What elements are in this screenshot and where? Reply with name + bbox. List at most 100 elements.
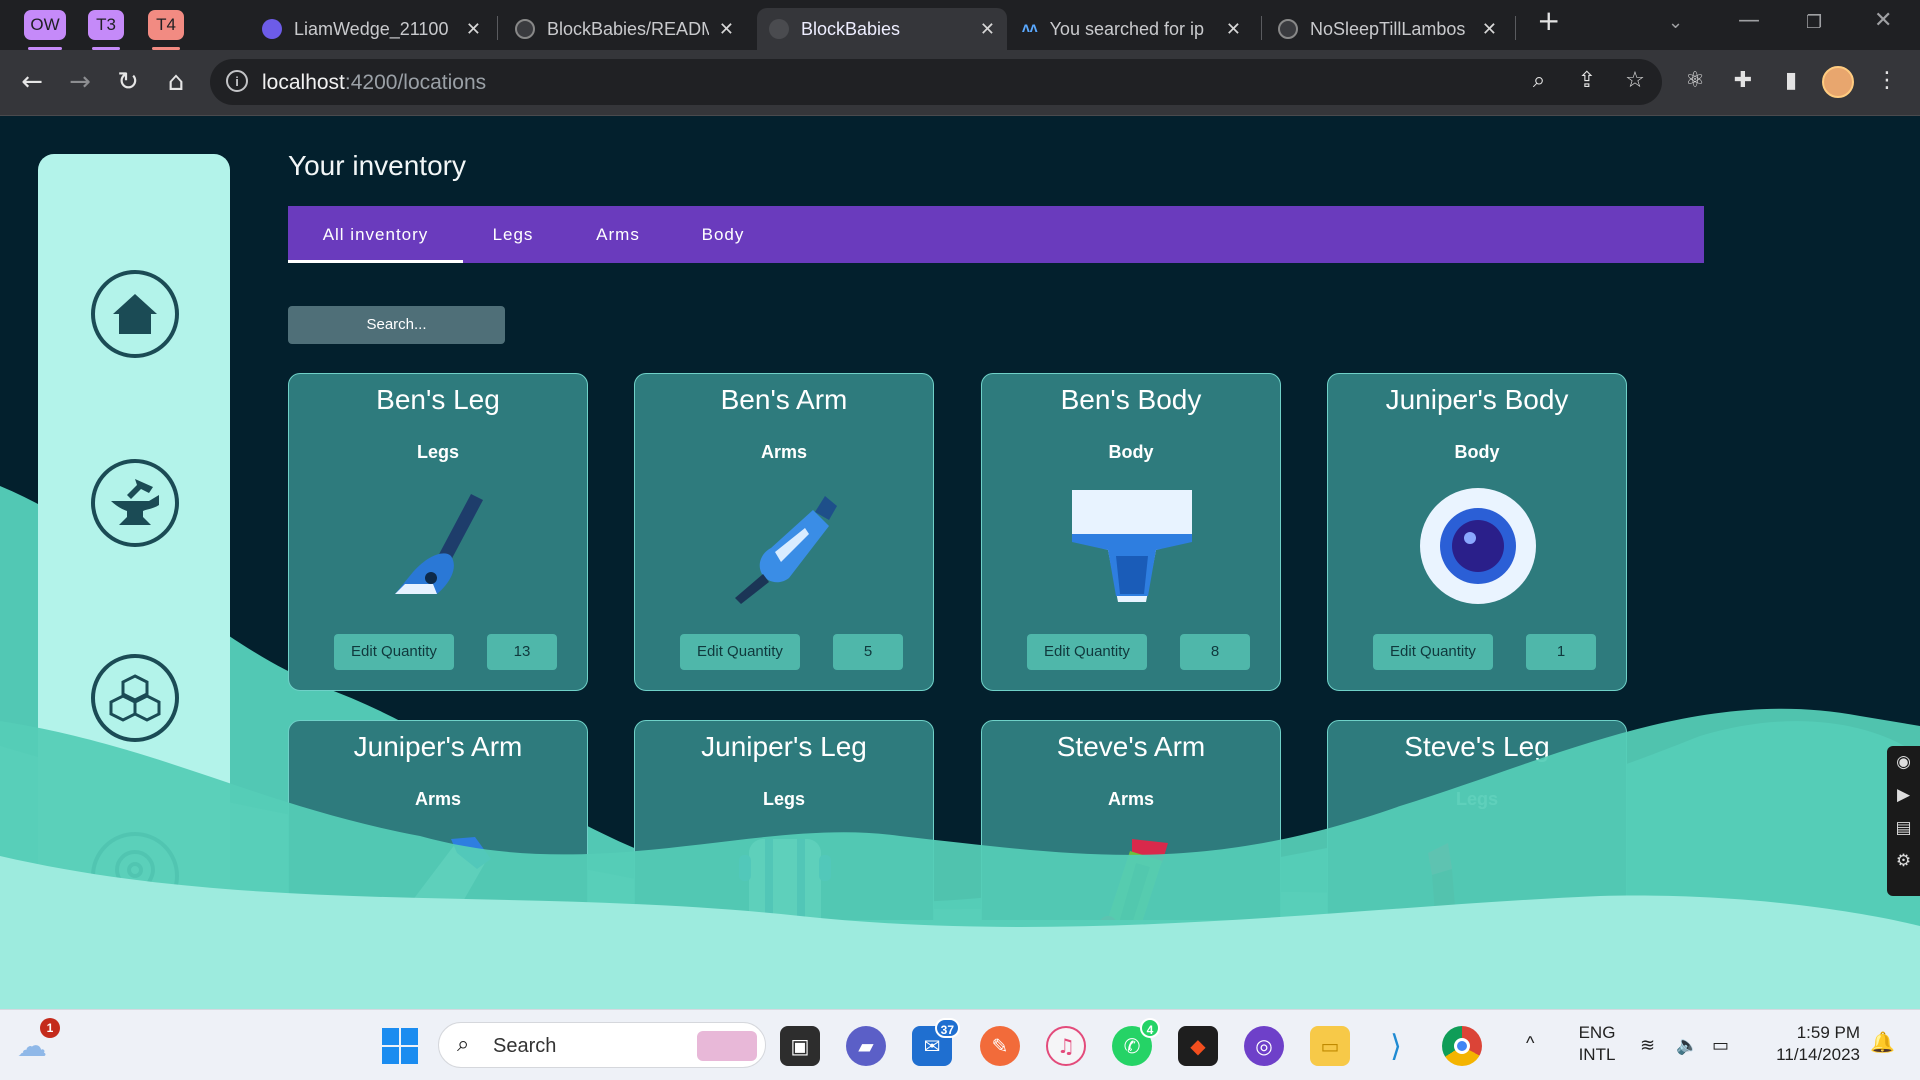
language-indicator[interactable]: ENG INTL [1574, 1022, 1620, 1066]
side-panel-icon[interactable]: ▮ [1776, 68, 1806, 98]
blocks-icon [109, 674, 161, 722]
vscode-icon[interactable]: ⟩ [1376, 1026, 1416, 1066]
tab-group-ow[interactable]: OW [24, 10, 66, 50]
close-icon[interactable]: ✕ [1226, 19, 1241, 40]
tab-legs[interactable]: Legs [463, 206, 563, 263]
home-button-icon[interactable]: ⌂ [158, 64, 194, 100]
teams-chat-icon[interactable]: ▰ [846, 1026, 886, 1066]
url-text: localhost:4200/locations [262, 71, 486, 95]
extensions-icon[interactable]: ✚ [1728, 68, 1758, 98]
github-desktop-icon[interactable]: ◎ [1244, 1026, 1284, 1066]
clock[interactable]: 1:59 PM 11/14/2023 [1756, 1022, 1860, 1066]
video-icon[interactable]: ▶ [1887, 779, 1920, 812]
wifi-icon[interactable]: ≋ [1640, 1034, 1655, 1056]
back-icon[interactable]: ← [14, 64, 50, 100]
tray-overflow-icon[interactable]: ^ [1526, 1032, 1534, 1054]
notification-icon[interactable]: 🔔 [1870, 1032, 1895, 1054]
browser-tab[interactable]: LiamWedge_21100 ✕ [250, 8, 493, 50]
inventory-panel: Your inventory All inventory Legs Arms B… [288, 116, 1788, 920]
chrome-icon[interactable] [1442, 1026, 1482, 1066]
camera-icon[interactable]: ◉ [1887, 746, 1920, 779]
tab-all-inventory[interactable]: All inventory [288, 206, 463, 263]
location-pin-icon [114, 849, 156, 903]
card-title: Ben's Leg [376, 384, 500, 415]
inventory-card: Steve's Arm Arms [981, 720, 1281, 920]
settings-gear-icon[interactable]: ⚙ [1887, 845, 1920, 878]
chrome-center-icon [1454, 1038, 1470, 1054]
mail-icon[interactable]: ✉ 37 [912, 1018, 960, 1066]
task-view-icon[interactable]: ▣ [780, 1026, 820, 1066]
brave-browser-icon[interactable]: ✎ [980, 1026, 1020, 1066]
gallery-icon[interactable]: ▤ [1887, 812, 1920, 845]
home-nav-button[interactable] [91, 270, 179, 358]
edit-quantity-button[interactable]: Edit Quantity [1027, 634, 1147, 670]
card-title: Steve's Leg [1404, 731, 1550, 762]
locations-nav-button[interactable] [91, 832, 179, 920]
zoom-icon[interactable]: ⌕ [1524, 68, 1554, 98]
close-icon[interactable]: ✕ [980, 19, 995, 40]
tab-search-chevron-icon[interactable]: ⌄ [1668, 12, 1683, 33]
battery-icon[interactable]: ▭ [1712, 1034, 1729, 1056]
share-icon[interactable]: ⇪ [1572, 68, 1602, 98]
vacuum-leg-icon [395, 494, 483, 594]
file-explorer-icon[interactable]: ▭ [1310, 1026, 1350, 1066]
home-icon [113, 294, 157, 334]
card-category: Arms [1107, 789, 1155, 809]
mail-badge: 37 [934, 1018, 960, 1038]
url-path: :4200/locations [344, 71, 487, 94]
search-input[interactable]: Search... [288, 306, 505, 344]
profile-avatar[interactable] [1822, 66, 1854, 98]
volume-icon[interactable]: 🔈 [1676, 1034, 1698, 1056]
close-icon[interactable]: ✕ [466, 19, 481, 40]
minimize-icon[interactable]: — [1738, 8, 1760, 33]
figma-icon[interactable]: ◆ [1178, 1026, 1218, 1066]
close-icon[interactable]: ✕ [719, 19, 734, 40]
search-icon: ⌕ [457, 1032, 470, 1057]
browser-tab[interactable]: BlockBabies/READM ✕ [503, 8, 746, 50]
weather-badge: 1 [40, 1018, 60, 1038]
itunes-icon[interactable]: ♫ [1046, 1026, 1086, 1066]
address-bar[interactable]: i localhost:4200/locations [210, 59, 1662, 105]
card-title: Steve's Arm [1056, 731, 1206, 762]
react-devtools-icon[interactable]: ⚛ [1680, 68, 1710, 98]
quantity-value: 1 [1526, 634, 1596, 670]
tab-title: You searched for ip [1049, 18, 1205, 39]
forward-icon[interactable]: → [62, 64, 98, 100]
tab-title: BlockBabies/READM [547, 18, 709, 39]
clock-date: 11/14/2023 [1776, 1045, 1860, 1064]
browser-tab[interactable]: NoSleepTillLambos ✕ [1266, 8, 1509, 50]
site-info-icon[interactable]: i [226, 70, 248, 92]
forge-nav-button[interactable] [91, 459, 179, 547]
search-site-icon: ʌʌ [1022, 19, 1038, 35]
browser-tab[interactable]: ʌʌ You searched for ip ✕ [1010, 8, 1253, 50]
bookmark-star-icon[interactable]: ☆ [1620, 68, 1650, 98]
taskbar-search-box[interactable]: ⌕ Search [438, 1022, 766, 1068]
edit-quantity-button[interactable]: Edit Quantity [1373, 634, 1493, 670]
restore-icon[interactable]: ❐ [1806, 12, 1822, 33]
taskbar-search-label: Search [493, 1035, 557, 1057]
new-tab-icon[interactable]: + [1537, 4, 1560, 37]
tab-body[interactable]: Body [673, 206, 773, 263]
tab-group-t3[interactable]: T3 [88, 10, 124, 50]
tab-arms[interactable]: Arms [563, 206, 673, 263]
whatsapp-icon[interactable]: ✆ 4 [1112, 1018, 1160, 1066]
quantity-value: 13 [487, 634, 557, 670]
edit-quantity-button[interactable]: Edit Quantity [680, 634, 800, 670]
green-arm-icon [1100, 839, 1168, 920]
weather-icon[interactable]: ☁ 1 [12, 1018, 60, 1066]
inventory-nav-button[interactable] [91, 654, 179, 742]
tab-label: All inventory [322, 224, 429, 244]
window-close-icon[interactable]: ✕ [1874, 8, 1892, 33]
quantity-value: 5 [833, 634, 903, 670]
menu-icon[interactable]: ⋮ [1872, 68, 1902, 98]
edit-quantity-button[interactable]: Edit Quantity [334, 634, 454, 670]
card-title: Juniper's Leg [701, 731, 867, 762]
tab-title: BlockBabies [801, 18, 901, 39]
reload-icon[interactable]: ↻ [110, 64, 146, 100]
floating-capture-toolbar: ◉ ▶ ▤ ⚙ [1887, 746, 1920, 896]
close-icon[interactable]: ✕ [1482, 19, 1497, 40]
browser-tab-active[interactable]: BlockBabies ✕ [757, 8, 1007, 50]
windows-taskbar: ☁ 1 ⌕ Search ▣ ▰ ✉ 37 ✎ ♫ ✆ 4 ◆ ◎ ▭ ⟩ ^ ENG… [0, 1009, 1920, 1080]
start-button[interactable] [380, 1026, 420, 1066]
tab-group-t4[interactable]: T4 [148, 10, 184, 50]
